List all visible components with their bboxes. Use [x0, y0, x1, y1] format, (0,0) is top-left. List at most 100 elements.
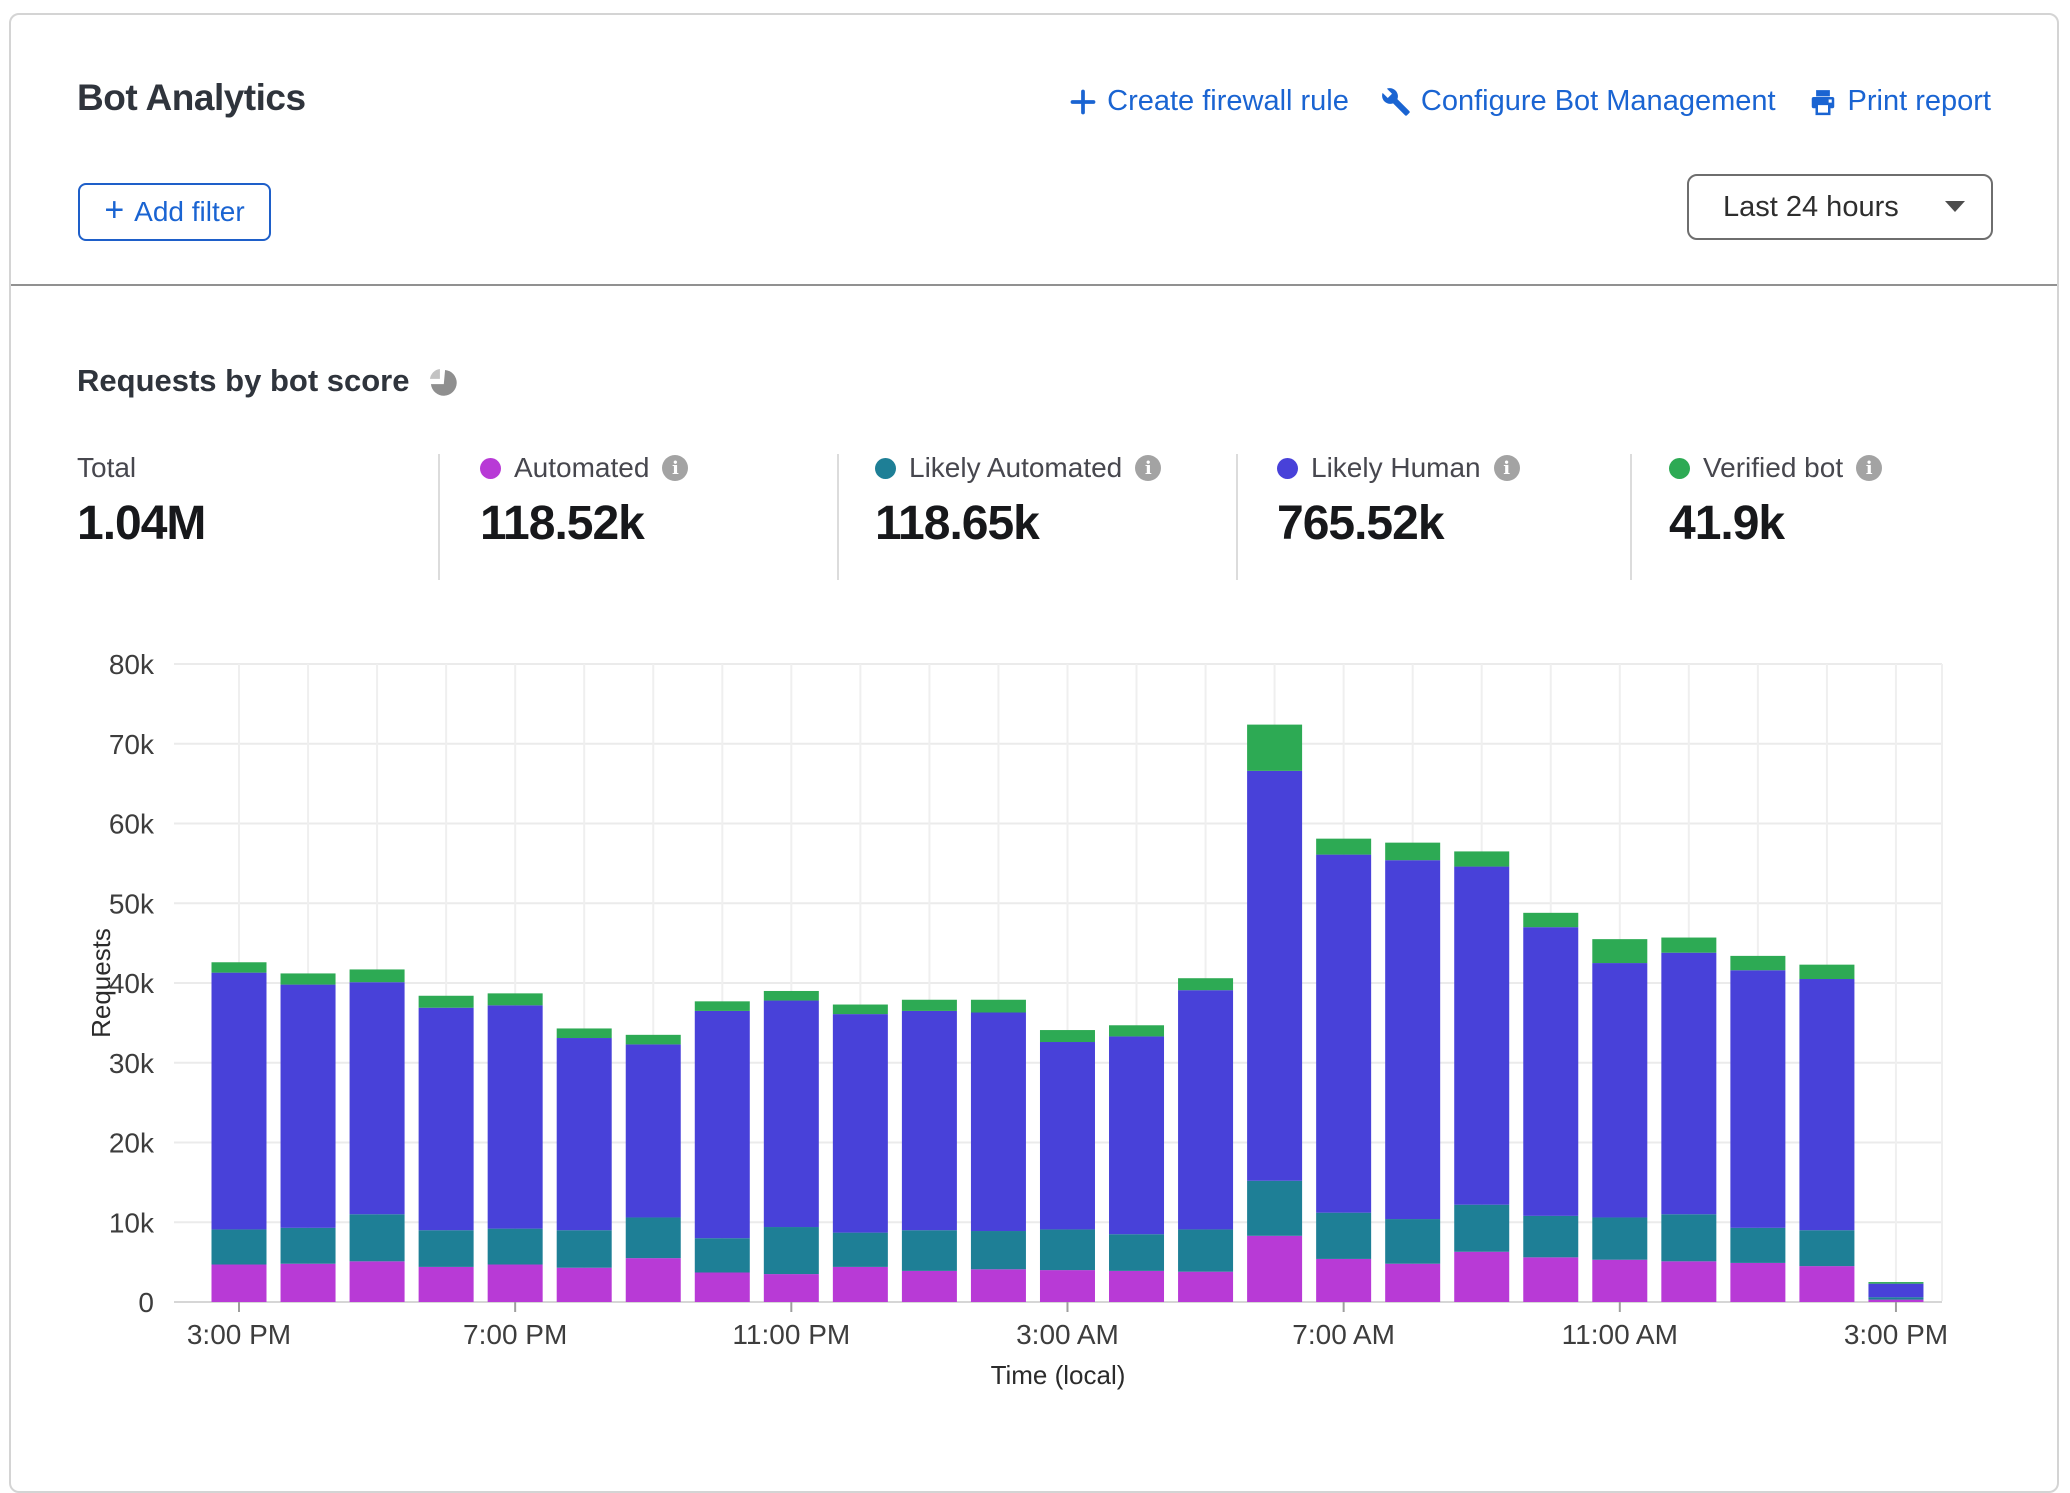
bar-segment-likely-automated[interactable] — [764, 1227, 819, 1274]
bar-segment-likely-human[interactable] — [971, 1013, 1026, 1232]
info-icon[interactable]: i — [1135, 455, 1161, 481]
bar-segment-likely-human[interactable] — [1799, 979, 1854, 1230]
info-icon[interactable]: i — [1494, 455, 1520, 481]
bar-segment-verified-bot[interactable] — [902, 1000, 957, 1011]
bar-segment-likely-human[interactable] — [902, 1011, 957, 1230]
bar-segment-automated[interactable] — [1868, 1300, 1923, 1302]
configure-bot-management-link[interactable]: Configure Bot Management — [1381, 85, 1776, 118]
bar-segment-likely-automated[interactable] — [1247, 1181, 1302, 1236]
bar-segment-verified-bot[interactable] — [1385, 843, 1440, 861]
bar-segment-likely-human[interactable] — [1592, 963, 1647, 1217]
bar-segment-verified-bot[interactable] — [626, 1035, 681, 1045]
bar-segment-likely-automated[interactable] — [1109, 1234, 1164, 1271]
bar-segment-likely-automated[interactable] — [971, 1231, 1026, 1269]
bar-segment-verified-bot[interactable] — [1868, 1282, 1923, 1284]
bar-segment-likely-automated[interactable] — [695, 1238, 750, 1272]
bar-segment-likely-automated[interactable] — [1661, 1214, 1716, 1261]
bar-segment-automated[interactable] — [1523, 1257, 1578, 1302]
bar-segment-likely-human[interactable] — [1178, 990, 1233, 1229]
bar-segment-likely-human[interactable] — [1040, 1042, 1095, 1229]
bar-segment-likely-human[interactable] — [1454, 867, 1509, 1205]
bar-segment-automated[interactable] — [1178, 1272, 1233, 1302]
bar-segment-likely-automated[interactable] — [419, 1230, 474, 1267]
info-icon[interactable]: i — [1856, 455, 1882, 481]
bar-segment-likely-automated[interactable] — [1730, 1228, 1785, 1263]
create-firewall-rule-link[interactable]: Create firewall rule — [1069, 85, 1349, 118]
bar-segment-likely-human[interactable] — [1316, 855, 1371, 1213]
bar-segment-automated[interactable] — [1592, 1260, 1647, 1302]
bar-segment-likely-human[interactable] — [488, 1005, 543, 1228]
print-report-link[interactable]: Print report — [1808, 85, 1991, 118]
bar-segment-automated[interactable] — [1799, 1266, 1854, 1302]
bar-segment-automated[interactable] — [1385, 1264, 1440, 1302]
add-filter-button[interactable]: + Add filter — [78, 183, 271, 241]
bar-segment-verified-bot[interactable] — [1454, 851, 1509, 866]
bar-segment-likely-automated[interactable] — [350, 1214, 405, 1261]
bar-segment-automated[interactable] — [1316, 1259, 1371, 1302]
bar-segment-likely-human[interactable] — [281, 985, 336, 1228]
bar-segment-verified-bot[interactable] — [1178, 978, 1233, 990]
bar-segment-verified-bot[interactable] — [764, 991, 819, 1001]
bar-segment-likely-automated[interactable] — [281, 1228, 336, 1264]
bar-segment-likely-automated[interactable] — [1868, 1297, 1923, 1299]
bar-segment-likely-human[interactable] — [1523, 927, 1578, 1216]
bar-segment-automated[interactable] — [1661, 1261, 1716, 1302]
bar-segment-automated[interactable] — [212, 1265, 267, 1302]
bar-segment-likely-human[interactable] — [1247, 771, 1302, 1181]
bar-segment-automated[interactable] — [281, 1264, 336, 1302]
bar-segment-verified-bot[interactable] — [281, 973, 336, 984]
bar-segment-likely-human[interactable] — [212, 973, 267, 1230]
bar-segment-likely-automated[interactable] — [1454, 1205, 1509, 1252]
bar-segment-likely-human[interactable] — [833, 1014, 888, 1233]
bar-segment-likely-automated[interactable] — [1523, 1216, 1578, 1257]
bar-segment-automated[interactable] — [626, 1258, 681, 1302]
bar-segment-likely-automated[interactable] — [1385, 1219, 1440, 1264]
bar-segment-likely-human[interactable] — [764, 1001, 819, 1227]
bar-segment-verified-bot[interactable] — [488, 993, 543, 1005]
bar-segment-likely-automated[interactable] — [557, 1230, 612, 1267]
bar-segment-likely-human[interactable] — [350, 982, 405, 1214]
bar-segment-automated[interactable] — [971, 1269, 1026, 1302]
bar-segment-likely-human[interactable] — [1109, 1036, 1164, 1234]
bar-segment-likely-automated[interactable] — [902, 1230, 957, 1271]
bar-segment-verified-bot[interactable] — [1592, 939, 1647, 963]
bar-segment-likely-human[interactable] — [1868, 1284, 1923, 1298]
bar-segment-verified-bot[interactable] — [971, 1000, 1026, 1013]
bar-segment-verified-bot[interactable] — [1247, 725, 1302, 771]
bar-segment-automated[interactable] — [764, 1274, 819, 1302]
bar-segment-verified-bot[interactable] — [1730, 956, 1785, 970]
bar-segment-verified-bot[interactable] — [1799, 965, 1854, 979]
bar-segment-automated[interactable] — [1040, 1270, 1095, 1302]
bar-segment-verified-bot[interactable] — [419, 996, 474, 1008]
bar-segment-verified-bot[interactable] — [212, 962, 267, 972]
time-range-select[interactable]: Last 24 hours — [1687, 174, 1993, 240]
bar-segment-likely-automated[interactable] — [488, 1229, 543, 1265]
bar-segment-verified-bot[interactable] — [1661, 938, 1716, 953]
bar-segment-automated[interactable] — [1454, 1252, 1509, 1302]
bar-segment-likely-human[interactable] — [626, 1044, 681, 1217]
bar-segment-likely-human[interactable] — [419, 1008, 474, 1231]
bar-segment-likely-human[interactable] — [557, 1038, 612, 1230]
bar-segment-automated[interactable] — [695, 1272, 750, 1302]
bar-segment-likely-automated[interactable] — [1178, 1229, 1233, 1271]
bar-segment-likely-automated[interactable] — [1592, 1217, 1647, 1259]
info-icon[interactable]: i — [662, 455, 688, 481]
bar-segment-automated[interactable] — [1247, 1236, 1302, 1302]
bar-segment-verified-bot[interactable] — [1523, 913, 1578, 927]
bar-segment-automated[interactable] — [1730, 1263, 1785, 1302]
bar-segment-likely-human[interactable] — [695, 1011, 750, 1238]
bar-segment-automated[interactable] — [419, 1267, 474, 1302]
bar-segment-likely-human[interactable] — [1385, 860, 1440, 1219]
bar-segment-likely-automated[interactable] — [833, 1233, 888, 1267]
bar-segment-automated[interactable] — [902, 1271, 957, 1302]
bar-segment-verified-bot[interactable] — [1109, 1025, 1164, 1036]
bar-segment-automated[interactable] — [1109, 1271, 1164, 1302]
bar-segment-likely-human[interactable] — [1730, 970, 1785, 1228]
bar-segment-verified-bot[interactable] — [695, 1001, 750, 1011]
bar-segment-likely-automated[interactable] — [212, 1229, 267, 1264]
bar-segment-likely-automated[interactable] — [626, 1217, 681, 1258]
bar-segment-verified-bot[interactable] — [1040, 1030, 1095, 1042]
bar-segment-verified-bot[interactable] — [350, 969, 405, 982]
bar-segment-likely-automated[interactable] — [1799, 1230, 1854, 1266]
bar-segment-automated[interactable] — [488, 1265, 543, 1302]
